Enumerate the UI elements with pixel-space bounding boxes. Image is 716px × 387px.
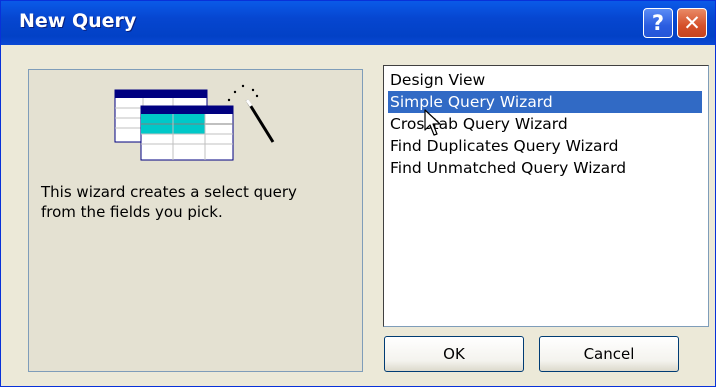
cancel-button[interactable]: Cancel: [539, 336, 679, 372]
new-query-dialog: New Query ? ✕ This wizard creates a sele…: [0, 0, 716, 387]
title-bar[interactable]: New Query ? ✕: [1, 1, 715, 45]
preview-panel: This wizard creates a select query from …: [28, 69, 363, 372]
query-wizard-icon: [114, 84, 275, 161]
query-type-list[interactable]: Design View Simple Query Wizard Crosstab…: [383, 65, 709, 327]
list-item-find-duplicates-query-wizard[interactable]: Find Duplicates Query Wizard: [388, 135, 618, 157]
list-item-find-unmatched-query-wizard[interactable]: Find Unmatched Query Wizard: [388, 157, 626, 179]
ok-button[interactable]: OK: [384, 336, 524, 372]
description-line-2: from the fields you pick.: [41, 203, 223, 221]
help-button[interactable]: ?: [643, 8, 673, 38]
close-button[interactable]: ✕: [677, 8, 707, 38]
mouse-cursor-icon: [424, 109, 441, 136]
description-line-1: This wizard creates a select query: [41, 183, 297, 201]
window-title: New Query: [19, 10, 137, 32]
wizard-description: This wizard creates a select query from …: [41, 182, 361, 222]
list-item-crosstab-query-wizard[interactable]: Crosstab Query Wizard: [388, 113, 568, 135]
list-item-design-view[interactable]: Design View: [388, 69, 485, 91]
